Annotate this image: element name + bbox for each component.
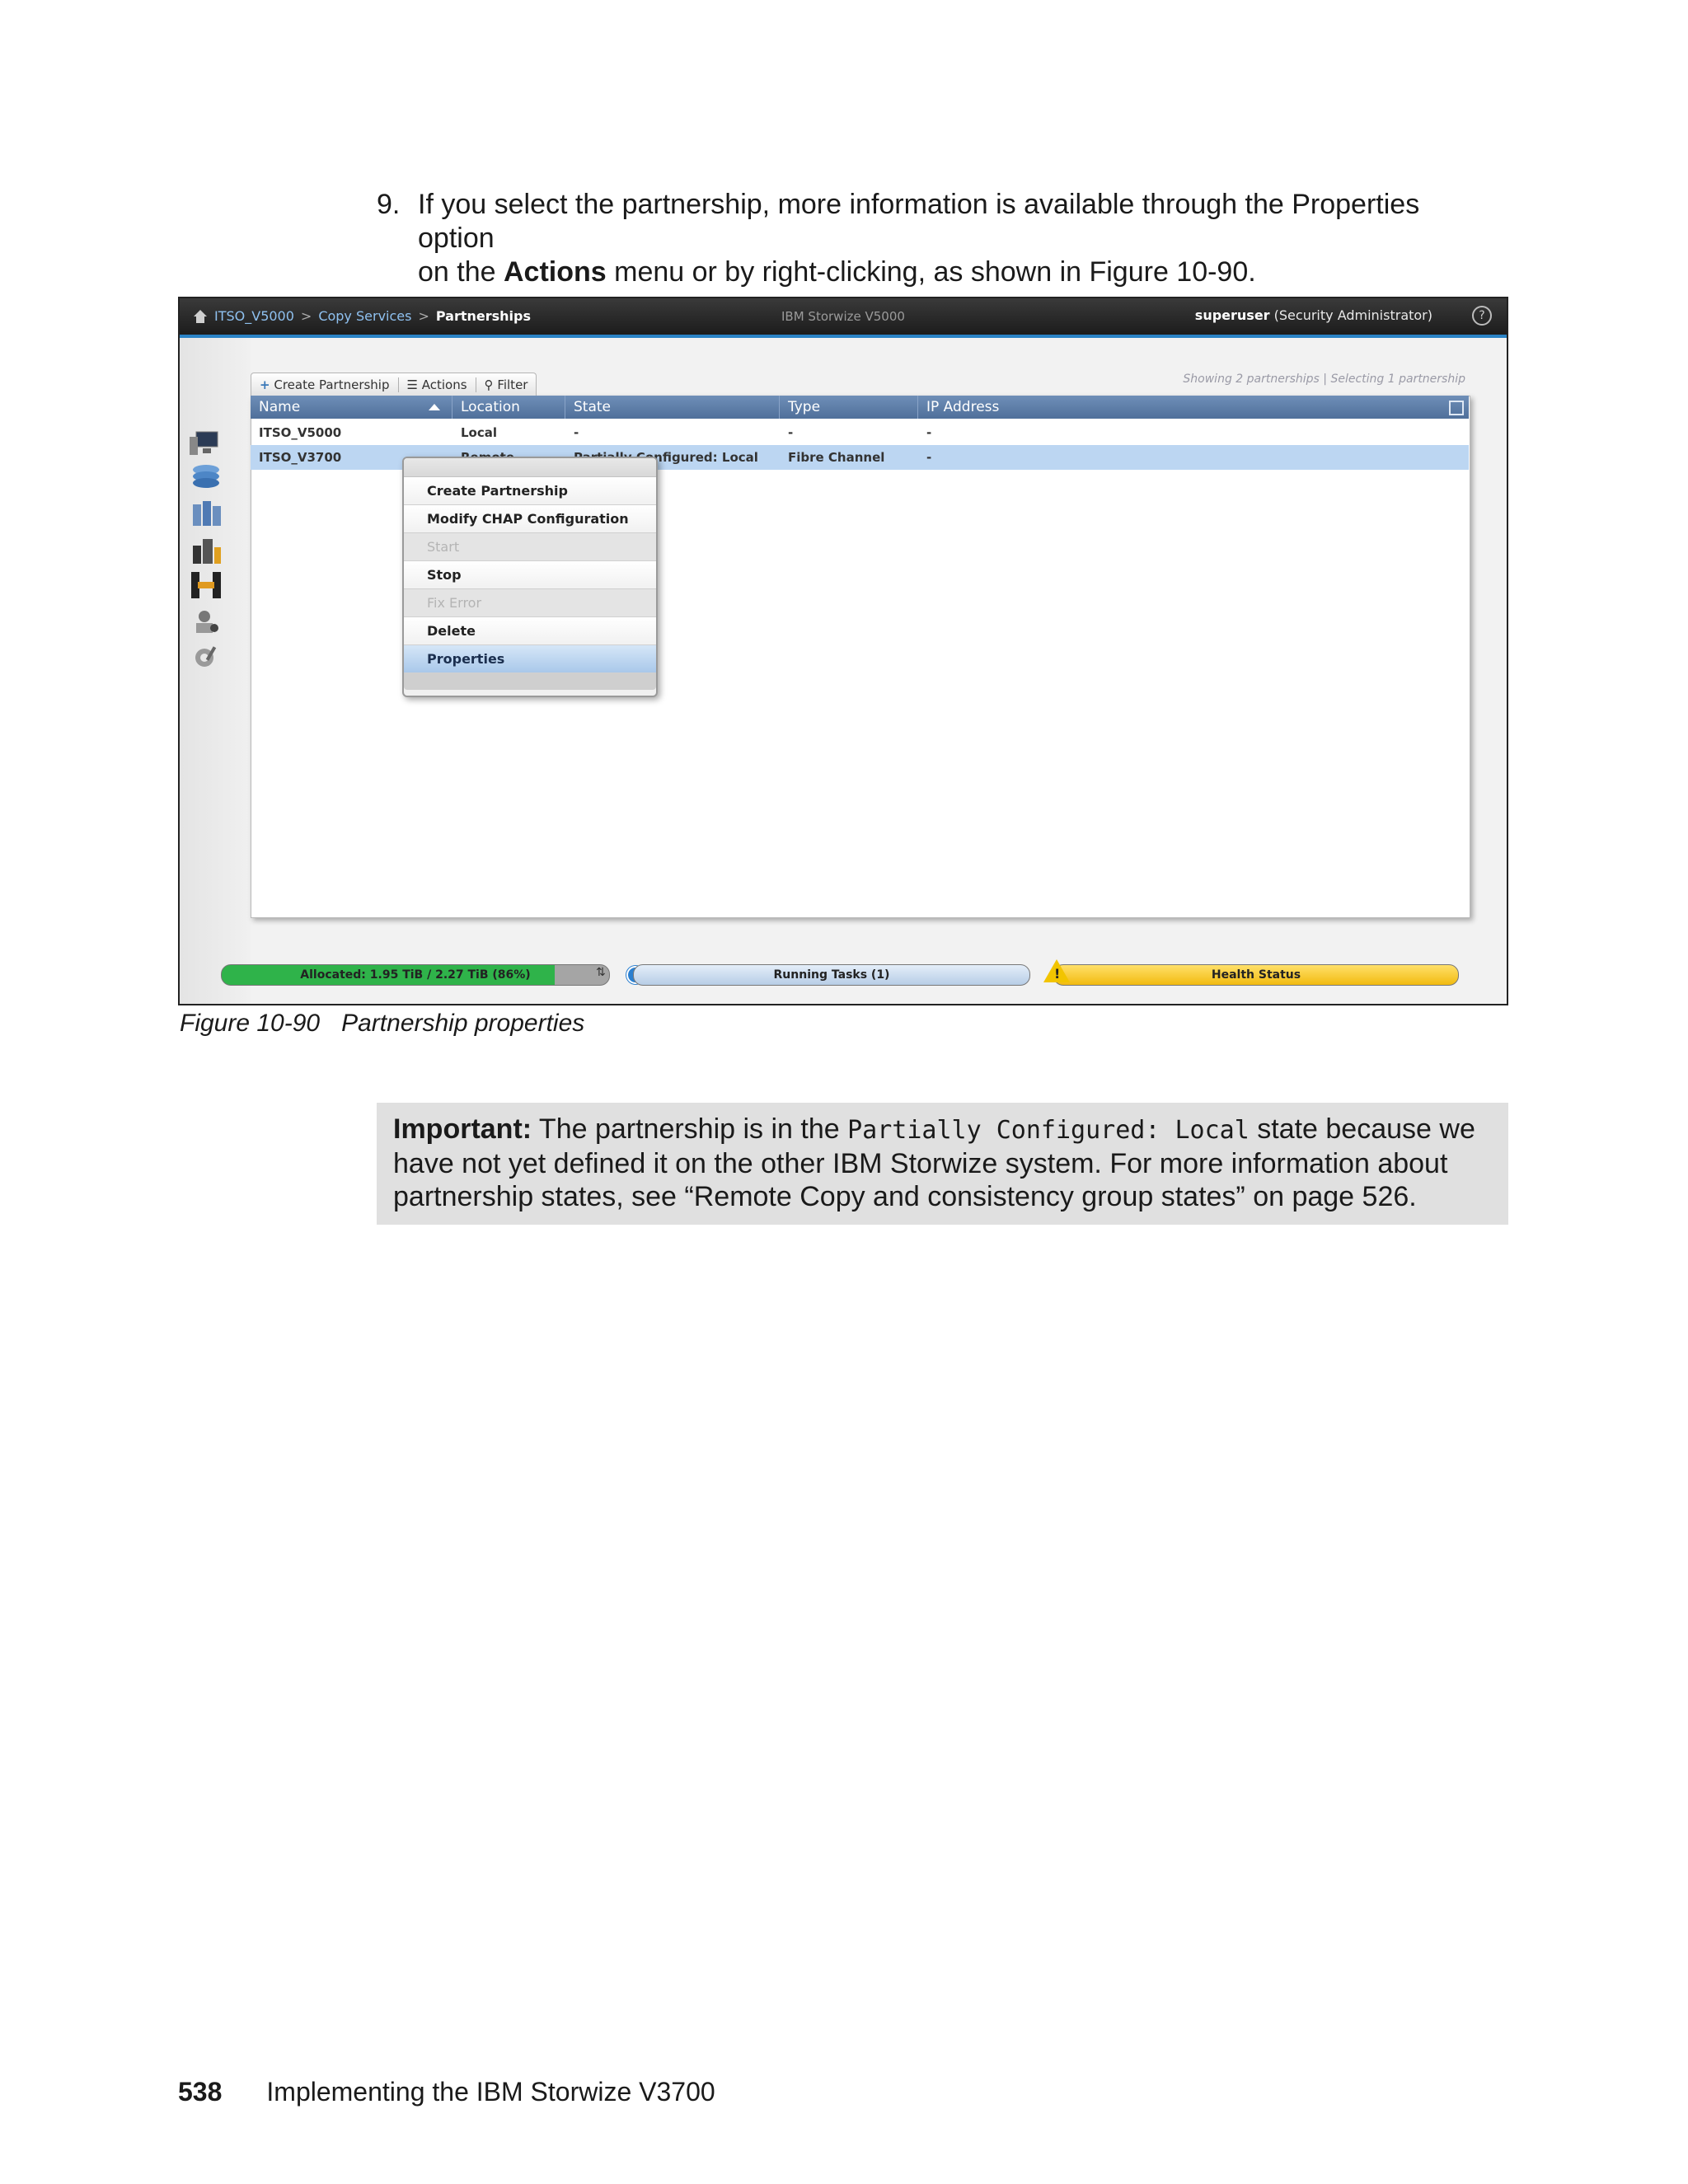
breadcrumb-separator-icon: > [418, 308, 429, 324]
filter-button[interactable]: ⚲ Filter [485, 377, 528, 392]
column-header-name[interactable]: Name [251, 396, 452, 419]
toggle-arrows-icon[interactable]: ⇅ [596, 966, 606, 979]
context-menu: Create Partnership Modify CHAP Configura… [402, 457, 658, 697]
volumes-icon[interactable] [188, 499, 224, 529]
figure-number: Figure 10-90 [180, 1010, 321, 1037]
column-chooser-icon[interactable] [1449, 401, 1464, 415]
book-title: Implementing the IBM Storwize V3700 [266, 2077, 715, 2107]
menu-item-stop[interactable]: Stop [404, 561, 656, 589]
page-footer: 538 Implementing the IBM Storwize V3700 [178, 2077, 715, 2107]
column-header-location[interactable]: Location [452, 396, 565, 419]
menu-item-modify-chap[interactable]: Modify CHAP Configuration [404, 505, 656, 533]
menu-item-delete[interactable]: Delete [404, 617, 656, 645]
actions-term: Actions [503, 256, 607, 288]
sort-ascending-icon [429, 404, 440, 410]
home-icon[interactable] [193, 309, 208, 323]
help-icon[interactable]: ? [1472, 306, 1492, 326]
user-info[interactable]: superuser (Security Administrator) [1195, 307, 1432, 323]
context-menu-footer [404, 673, 656, 690]
plus-icon: + [260, 377, 270, 392]
screenshot-figure: ITSO_V5000 > Copy Services > Partnership… [178, 297, 1508, 1005]
health-status-bar[interactable]: Health Status [1053, 964, 1459, 986]
figure-title: Partnership properties [341, 1010, 585, 1037]
breadcrumb: ITSO_V5000 > Copy Services > Partnership… [193, 308, 531, 324]
running-tasks-bar[interactable]: Running Tasks (1) [633, 964, 1030, 986]
menu-item-properties[interactable]: Properties [404, 645, 656, 673]
selection-summary: Showing 2 partnerships | Selecting 1 par… [1183, 373, 1465, 386]
important-label: Important: [393, 1113, 532, 1145]
monitoring-icon[interactable] [188, 429, 224, 458]
breadcrumb-copy-services[interactable]: Copy Services [318, 308, 411, 324]
page-number: 538 [178, 2077, 223, 2107]
user-role: (Security Administrator) [1273, 307, 1432, 323]
breadcrumb-system[interactable]: ITSO_V5000 [214, 308, 294, 324]
table-header: Name Location State Type IP Address [251, 396, 1469, 419]
step-paragraph: 9. If you select the partnership, more i… [377, 188, 1498, 289]
breadcrumb-current: Partnerships [435, 308, 531, 324]
important-note: Important: The partnership is in the Par… [377, 1103, 1508, 1225]
create-partnership-button[interactable]: + Create Partnership [260, 377, 390, 392]
state-code: Partially Configured: Local [847, 1116, 1250, 1145]
menu-item-start: Start [404, 533, 656, 561]
search-icon: ⚲ [484, 377, 494, 392]
warning-mark-icon: ! [1054, 966, 1061, 982]
context-menu-header [404, 458, 656, 477]
access-icon[interactable] [188, 607, 224, 636]
menu-item-create-partnership[interactable]: Create Partnership [404, 477, 656, 505]
app-top-bar: ITSO_V5000 > Copy Services > Partnership… [180, 298, 1507, 338]
username: superuser [1194, 307, 1270, 323]
panel-toolbar: + Create Partnership ☰ Actions ⚲ Filter [251, 373, 537, 396]
figure-caption: Figure 10-90 Partnership properties [180, 1010, 584, 1038]
toolbar-divider [397, 377, 399, 392]
actions-button[interactable]: ☰ Actions [407, 377, 467, 392]
settings-icon[interactable] [188, 643, 224, 673]
column-header-type[interactable]: Type [780, 396, 918, 419]
pools-icon[interactable] [188, 462, 224, 491]
list-icon: ☰ [406, 377, 418, 392]
column-header-state[interactable]: State [565, 396, 780, 419]
breadcrumb-separator-icon: > [300, 308, 312, 324]
column-header-ip-address[interactable]: IP Address [918, 396, 1469, 419]
nav-sidebar [180, 338, 251, 1004]
product-name: IBM Storwize V5000 [781, 309, 905, 324]
allocated-capacity-bar[interactable]: Allocated: 1.95 TiB / 2.27 TiB (86%) [221, 964, 610, 986]
menu-item-fix-error: Fix Error [404, 589, 656, 617]
step-text: If you select the partnership, more info… [418, 189, 1420, 288]
status-bar: Allocated: 1.95 TiB / 2.27 TiB (86%) ⇅ R… [180, 949, 1507, 1004]
copy-services-icon[interactable] [188, 570, 224, 600]
table-row[interactable]: ITSO_V5000 Local - - - [251, 420, 1469, 445]
hosts-icon[interactable] [188, 536, 224, 565]
step-number: 9. [377, 189, 401, 220]
